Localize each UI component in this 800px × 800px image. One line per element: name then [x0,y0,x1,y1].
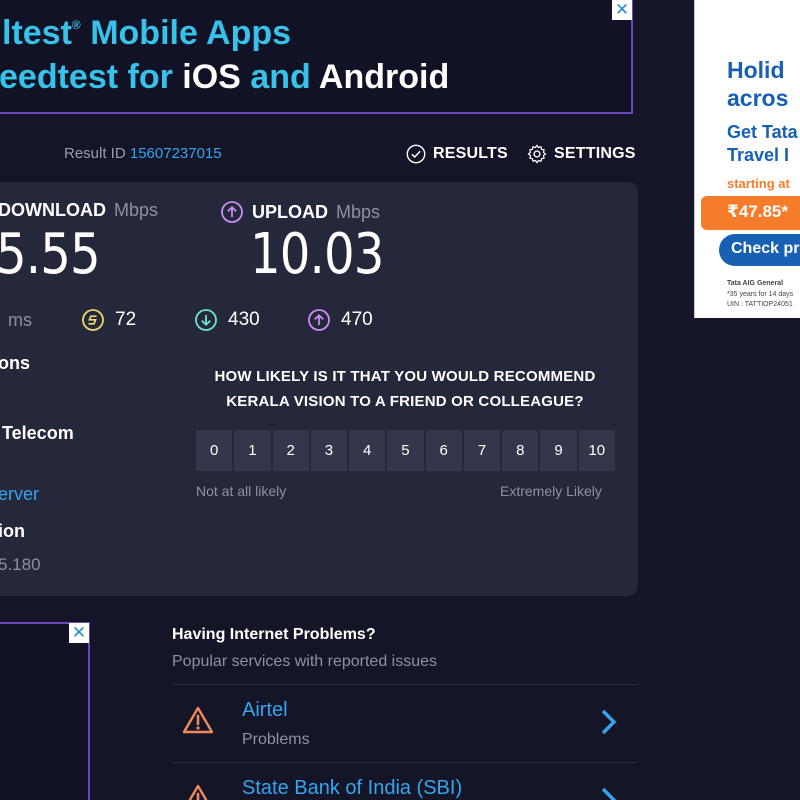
isp-name: Telecom [2,423,74,443]
problems-title: Having Internet Problems? [172,626,376,643]
check-circle-icon [406,144,426,164]
scale-option-6[interactable]: 6 [425,430,462,471]
side-ad-starting-label: starting at [727,176,790,191]
jitter-value: 72 [81,308,136,332]
problem-service-name[interactable]: Airtel [242,699,288,722]
result-id-label: Result ID [64,145,126,162]
side-ad-fine-print: *35 years for 14 days [727,291,794,298]
upload-speed-value: 10.03 [250,222,384,287]
scale-option-8[interactable]: 8 [502,430,539,471]
problem-status: Problems [242,731,310,748]
scale-option-9[interactable]: 9 [540,430,577,471]
scale-low-label: Not at all likely [196,483,287,499]
upload-arrow-icon [221,201,243,223]
download-label: DOWNLOAD Mbps [0,200,158,220]
result-id-link[interactable]: 15607237015 [130,145,222,162]
ip-address: 5.180 [0,555,41,574]
download-latency-value: 430 [194,308,260,332]
problems-subtitle: Popular services with reported issues [172,653,438,670]
jitter-icon [82,309,104,331]
settings-label: SETTINGS [554,145,636,162]
side-ad-headline: Holid acros [727,57,789,111]
side-ad-fine-print: Tata AIG General [727,280,784,287]
upload-latency-value: 470 [307,308,373,332]
banner-ad-headline: ltest® Mobile Apps [2,14,292,52]
results-link[interactable]: RESULTS [405,143,508,165]
scale-option-7[interactable]: 7 [463,430,501,471]
problem-item-sbi[interactable]: State Bank of India (SBI) [172,763,638,800]
recommend-scale: 0 1 2 3 4 5 6 7 8 9 10 [196,430,615,471]
scale-option-2[interactable]: 2 [272,430,309,471]
side-ad-fine-print: UIN : TATTIOP24051 [727,301,793,308]
scale-option-4[interactable]: 4 [349,430,386,471]
side-ad-price: ₹47.85* [701,196,800,230]
results-label: RESULTS [433,145,508,162]
survey-question: HOW LIKELY IS IT THAT YOU WOULD RECOMMEN… [214,368,596,410]
result-id: Result ID 15607237015 [64,145,222,162]
upload-label: UPLOAD Mbps [220,200,380,224]
scale-option-0[interactable]: 0 [196,430,233,471]
banner-ad-close-icon[interactable]: ✕ [612,0,632,20]
side-ad-subheadline: Get Tata Travel I [727,122,798,165]
upload-arrow-icon [308,309,330,331]
travel-insurance-ad[interactable]: Holid acros Get Tata Travel I starting a… [694,0,800,318]
warning-icon [188,784,208,800]
problem-item-airtel[interactable]: Airtel Problems [172,685,638,761]
scale-option-3[interactable]: 3 [310,430,348,471]
side-ad-check-price-button[interactable]: Check pr [719,234,800,266]
bottom-ad-close-icon[interactable]: ✕ [69,623,89,643]
banner-ad-subline: eedtest for iOS and Android [0,58,450,96]
ping-unit: ms [8,310,32,330]
problem-service-name[interactable]: State Bank of India (SBI) [242,777,462,800]
chevron-right-icon[interactable] [598,785,620,800]
change-server-link[interactable]: erver [0,484,39,505]
settings-link[interactable]: SETTINGS [526,143,636,165]
server-location: ion [0,521,25,541]
scale-option-1[interactable]: 1 [234,430,271,471]
download-arrow-icon [195,309,217,331]
warning-icon [182,706,214,734]
gear-icon [527,144,547,164]
download-speed-value: 5.55 [0,222,101,287]
chevron-right-icon[interactable] [598,707,620,737]
connections-label: ons [0,353,31,373]
bottom-left-ad[interactable] [0,622,90,800]
speedtest-apps-banner-ad[interactable]: ltest® Mobile Apps eedtest for iOS and A… [0,0,633,114]
scale-option-5[interactable]: 5 [387,430,424,471]
scale-option-10[interactable]: 10 [578,430,615,471]
scale-high-label: Extremely Likely [500,483,602,499]
